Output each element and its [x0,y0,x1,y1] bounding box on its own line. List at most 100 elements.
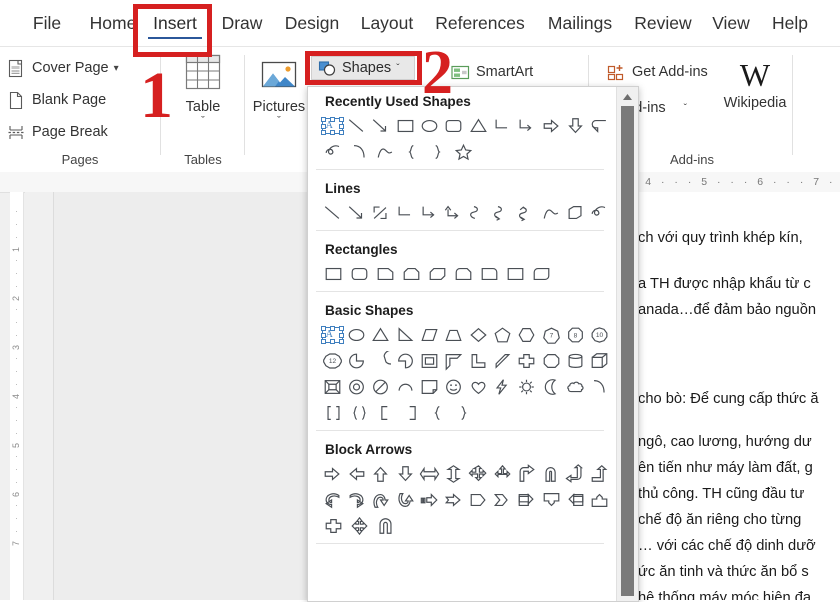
shape-left-square-bracket[interactable] [372,401,398,426]
shape-curve[interactable] [372,140,398,165]
shape-isosceles-triangle[interactable] [466,114,490,139]
shape-octagon[interactable]: 8 [563,323,587,348]
shape-folded-corner[interactable] [417,375,441,400]
shape-rectangle[interactable] [320,262,346,287]
shape-rounded-rectangle[interactable] [346,262,372,287]
shape-smiley-face[interactable] [442,375,466,400]
shape-u-turn-arrow[interactable] [539,462,563,487]
shape-left-brace[interactable] [398,140,424,165]
shape-left-brace[interactable] [424,401,450,426]
shape-elbow-connector[interactable] [393,201,417,226]
chevron-down-icon[interactable]: ˇ [684,103,687,114]
shape-round-single-corner[interactable] [476,262,502,287]
shape-scribble[interactable] [588,201,612,226]
shapes-dropdown-menu[interactable]: Recently Used ShapesALinesRectanglesBasi… [307,86,639,602]
chevron-down-icon[interactable]: ▾ [114,63,119,74]
shape-oval[interactable] [417,114,441,139]
shape-textbox[interactable]: A [320,114,344,139]
shape-diamond[interactable] [466,323,490,348]
get-addins-button[interactable]: Get Add-ins [606,59,708,85]
shape-curved-down-arrow[interactable] [393,488,417,513]
shape-half-frame[interactable] [442,349,466,374]
vertical-ruler[interactable]: ···1···2···3···4···5···6···7 [10,192,24,600]
shape-frame[interactable] [417,349,441,374]
cover-page-button[interactable]: Cover Page ▾ [6,55,119,81]
shape-chord[interactable] [369,349,393,374]
shape-l-shape[interactable] [466,349,490,374]
shape-line-arrow[interactable] [344,201,368,226]
shape-elbow-arrow-connector[interactable] [515,114,539,139]
shape-round-diagonal-corner[interactable] [528,262,554,287]
shape-moon[interactable] [539,375,563,400]
shape-left-arrow-callout[interactable] [563,488,587,513]
shape-line-arrow[interactable] [369,114,393,139]
shape-arc[interactable] [588,375,612,400]
shape-arc[interactable] [346,140,372,165]
shape-snip-diagonal-corner[interactable] [424,262,450,287]
chevron-down-icon[interactable]: ˇ [277,116,281,127]
shapes-menu-scrollbar[interactable] [616,87,638,601]
shape-right-triangle[interactable] [393,323,417,348]
ribbon-tab-review[interactable]: Review [628,0,698,47]
shape-left-up-arrow[interactable] [563,462,587,487]
shape-chevron-arrow[interactable] [490,488,514,513]
shape-pentagon[interactable] [490,323,514,348]
shape-rounded-rect[interactable] [442,114,466,139]
shape-up-arrow-callout[interactable] [588,488,612,513]
shape-diagonal-stripe[interactable] [490,349,514,374]
shape-notched-right-arrow[interactable] [442,488,466,513]
shape-double-brace[interactable] [346,401,372,426]
shape-snip-round-corner[interactable] [450,262,476,287]
shape-parallelogram[interactable] [417,323,441,348]
ribbon-tab-view[interactable]: View [704,0,758,47]
shape-up-arrow[interactable] [369,462,393,487]
shape-line[interactable] [320,201,344,226]
scrollbar-thumb[interactable] [621,106,634,596]
shape-quad-arrow[interactable] [466,462,490,487]
shape-right-arrow[interactable] [320,462,344,487]
shape-right-arrow-callout[interactable] [515,488,539,513]
shape-bevel[interactable] [320,375,344,400]
shape-oval[interactable] [344,323,368,348]
shape-regular-pentagon-star[interactable] [539,349,563,374]
shape-no-symbol[interactable] [369,375,393,400]
shape-left-bracket[interactable] [320,401,346,426]
shape-hexagon[interactable] [515,323,539,348]
shape-curved-right-arrow[interactable] [344,488,368,513]
shape-line[interactable] [344,114,368,139]
shape-up-down-arrow[interactable] [442,462,466,487]
shape-freeform[interactable] [563,201,587,226]
document-text-column[interactable]: ch với quy trình khép kín,a TH được nhập… [636,192,840,600]
shape-dodecagon[interactable]: 12 [320,349,344,374]
shape-round-same-side-corner[interactable] [502,262,528,287]
shape-flowchart-alt-process[interactable] [588,114,612,139]
shape-cylinder[interactable] [563,349,587,374]
shape-pentagon-arrow[interactable] [466,488,490,513]
ribbon-tab-file[interactable]: File [22,0,72,47]
shape-decagon[interactable]: 10 [588,323,612,348]
shape-right-arrow[interactable] [539,114,563,139]
shape-heptagon[interactable]: 7 [539,323,563,348]
shape-snip-same-side-corner[interactable] [398,262,424,287]
shape-down-arrow[interactable] [393,462,417,487]
shape-down-arrow[interactable] [563,114,587,139]
wikipedia-button[interactable]: W Wikipedia [720,53,790,111]
pictures-button[interactable]: Pictures ˇ [248,51,310,127]
shape-curved-double-arrow[interactable] [515,201,539,226]
ribbon-tab-draw[interactable]: Draw [212,0,272,47]
shape-trapezoid[interactable] [442,323,466,348]
smartart-button[interactable]: SmartArt [450,59,533,85]
shape-left-right-up-arrow[interactable] [490,462,514,487]
page-break-button[interactable]: Page Break [6,119,108,145]
shape-right-brace[interactable] [424,140,450,165]
shape-cross[interactable] [515,349,539,374]
shape-rectangle[interactable] [393,114,417,139]
shape-star-5[interactable] [450,140,476,165]
shape-curved-left-arrow[interactable] [320,488,344,513]
blank-page-button[interactable]: Blank Page [6,87,106,113]
shape-lightning-bolt[interactable] [490,375,514,400]
shape-left-right-arrow[interactable] [417,462,441,487]
scroll-up-arrow-icon[interactable] [617,89,638,104]
shape-scribble[interactable] [320,140,346,165]
table-button[interactable]: Table ˇ [172,51,234,127]
